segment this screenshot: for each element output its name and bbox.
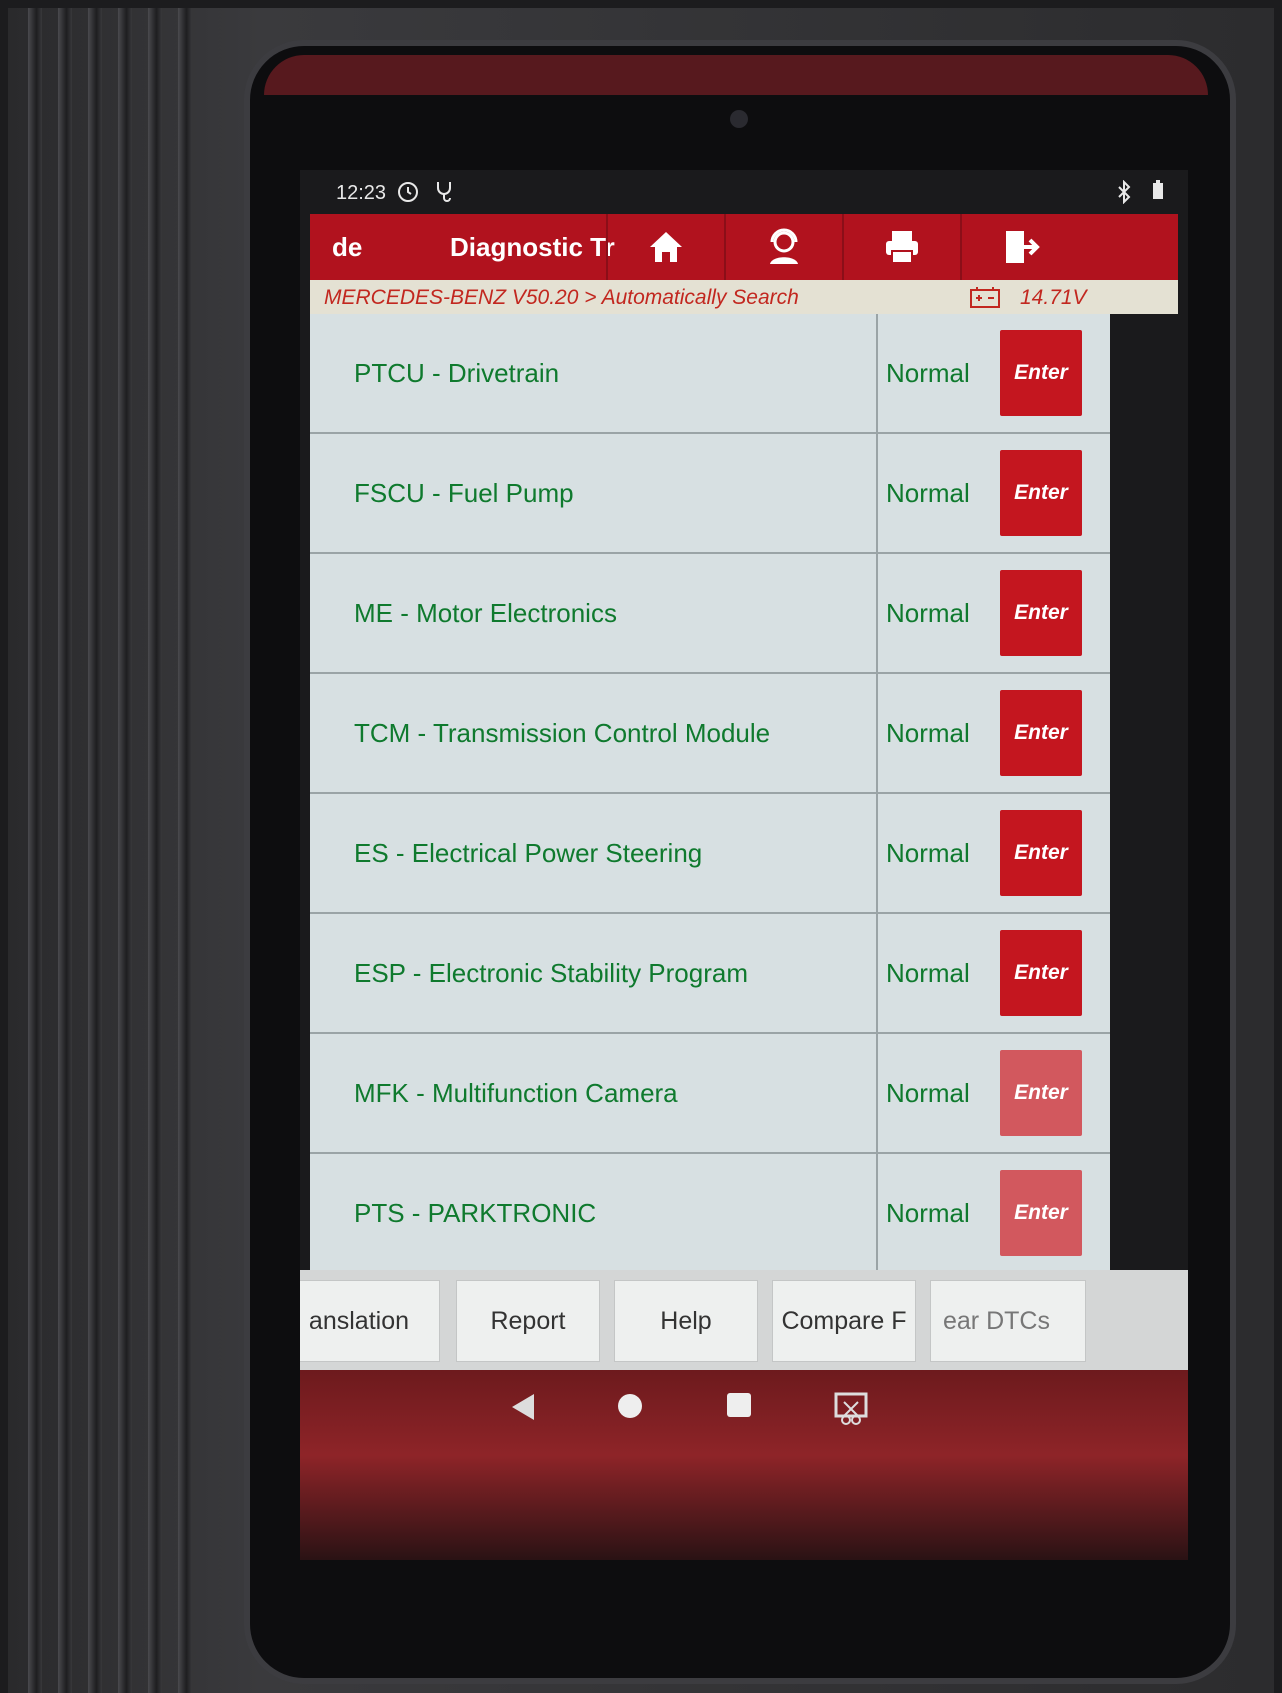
- system-name: ESP - Electronic Stability Program: [354, 958, 748, 988]
- enter-button[interactable]: Enter: [1000, 690, 1082, 776]
- system-name: PTCU - Drivetrain: [354, 358, 560, 388]
- battery-voltage: 14.71V: [1020, 286, 1087, 309]
- clear-dtcs-button[interactable]: ear DTCs: [930, 1280, 1086, 1362]
- enter-button[interactable]: Enter: [1000, 330, 1082, 416]
- navigation-bar: [300, 1370, 1188, 1560]
- system-status: Normal: [886, 598, 970, 628]
- system-row: PTCU - Drivetrain Normal Enter: [310, 314, 1110, 434]
- home-icon: [650, 232, 682, 262]
- home-circle-icon[interactable]: [616, 1392, 644, 1425]
- support-button[interactable]: [724, 214, 842, 280]
- enter-button[interactable]: Enter: [1000, 1170, 1082, 1256]
- exit-button[interactable]: [960, 214, 1078, 280]
- system-status: Normal: [886, 958, 970, 988]
- user-support-icon: [770, 228, 798, 264]
- bottom-toolbar: anslation Report Help Compare F ear DTCs: [300, 1270, 1188, 1370]
- stethoscope-icon: [434, 180, 454, 208]
- enter-button[interactable]: Enter: [1000, 930, 1082, 1016]
- recents-icon[interactable]: [726, 1392, 752, 1423]
- system-status: Normal: [886, 718, 970, 748]
- system-row: ME - Motor Electronics Normal Enter: [310, 554, 1110, 674]
- enter-button[interactable]: Enter: [1000, 1050, 1082, 1136]
- status-time: 12:23: [336, 182, 387, 204]
- system-row: FSCU - Fuel Pump Normal Enter: [310, 434, 1110, 554]
- system-status: Normal: [886, 478, 970, 508]
- print-button[interactable]: [842, 214, 960, 280]
- app-bar-mode-label[interactable]: de: [332, 232, 362, 263]
- status-bar: 12:23: [300, 170, 1188, 214]
- system-row: TCM - Transmission Control Module Normal…: [310, 674, 1110, 794]
- system-row: MFK - Multifunction Camera Normal Enter: [310, 1034, 1110, 1154]
- front-camera: [730, 110, 748, 128]
- compare-button[interactable]: Compare F: [772, 1280, 916, 1362]
- battery-voltage-icon: [970, 286, 1000, 313]
- system-status: Normal: [886, 1078, 970, 1108]
- home-button[interactable]: [606, 214, 724, 280]
- system-row: PTS - PARKTRONIC Normal Enter: [310, 1154, 1110, 1274]
- enter-button[interactable]: Enter: [1000, 810, 1082, 896]
- system-status: Normal: [886, 358, 970, 388]
- grip-ribs: [28, 8, 228, 1693]
- clock-cog-icon: [396, 180, 420, 210]
- system-name: TCM - Transmission Control Module: [354, 718, 771, 748]
- tablet-screen: 12:23 de Diagnostic Tr MERCEDES-BENZ V50…: [300, 170, 1188, 1560]
- exit-icon: [1006, 231, 1040, 263]
- translation-button[interactable]: anslation: [300, 1280, 440, 1362]
- printer-icon: [886, 231, 918, 264]
- system-name: ES - Electrical Power Steering: [354, 838, 703, 868]
- back-icon[interactable]: [510, 1392, 536, 1427]
- system-name: MFK - Multifunction Camera: [354, 1078, 678, 1108]
- battery-icon: [1152, 180, 1164, 206]
- system-status: Normal: [886, 1198, 970, 1228]
- page-title: Diagnostic Tr: [450, 232, 615, 262]
- system-status: Normal: [886, 838, 970, 868]
- system-name: FSCU - Fuel Pump: [354, 478, 574, 508]
- enter-button[interactable]: Enter: [1000, 570, 1082, 656]
- breadcrumb-path: MERCEDES-BENZ V50.20 > Automatically Sea…: [324, 286, 799, 309]
- app-bar: de Diagnostic Tr: [310, 214, 1178, 280]
- system-row: ES - Electrical Power Steering Normal En…: [310, 794, 1110, 914]
- system-name: PTS - PARKTRONIC: [354, 1198, 597, 1228]
- help-button[interactable]: Help: [614, 1280, 758, 1362]
- report-button[interactable]: Report: [456, 1280, 600, 1362]
- system-name: ME - Motor Electronics: [354, 598, 617, 628]
- bluetooth-icon: [1116, 179, 1132, 210]
- enter-button[interactable]: Enter: [1000, 450, 1082, 536]
- system-row: ESP - Electronic Stability Program Norma…: [310, 914, 1110, 1034]
- breadcrumb: MERCEDES-BENZ V50.20 > Automatically Sea…: [310, 280, 1178, 314]
- bezel-reflection: [264, 55, 1208, 95]
- screenshot-icon[interactable]: [834, 1392, 868, 1431]
